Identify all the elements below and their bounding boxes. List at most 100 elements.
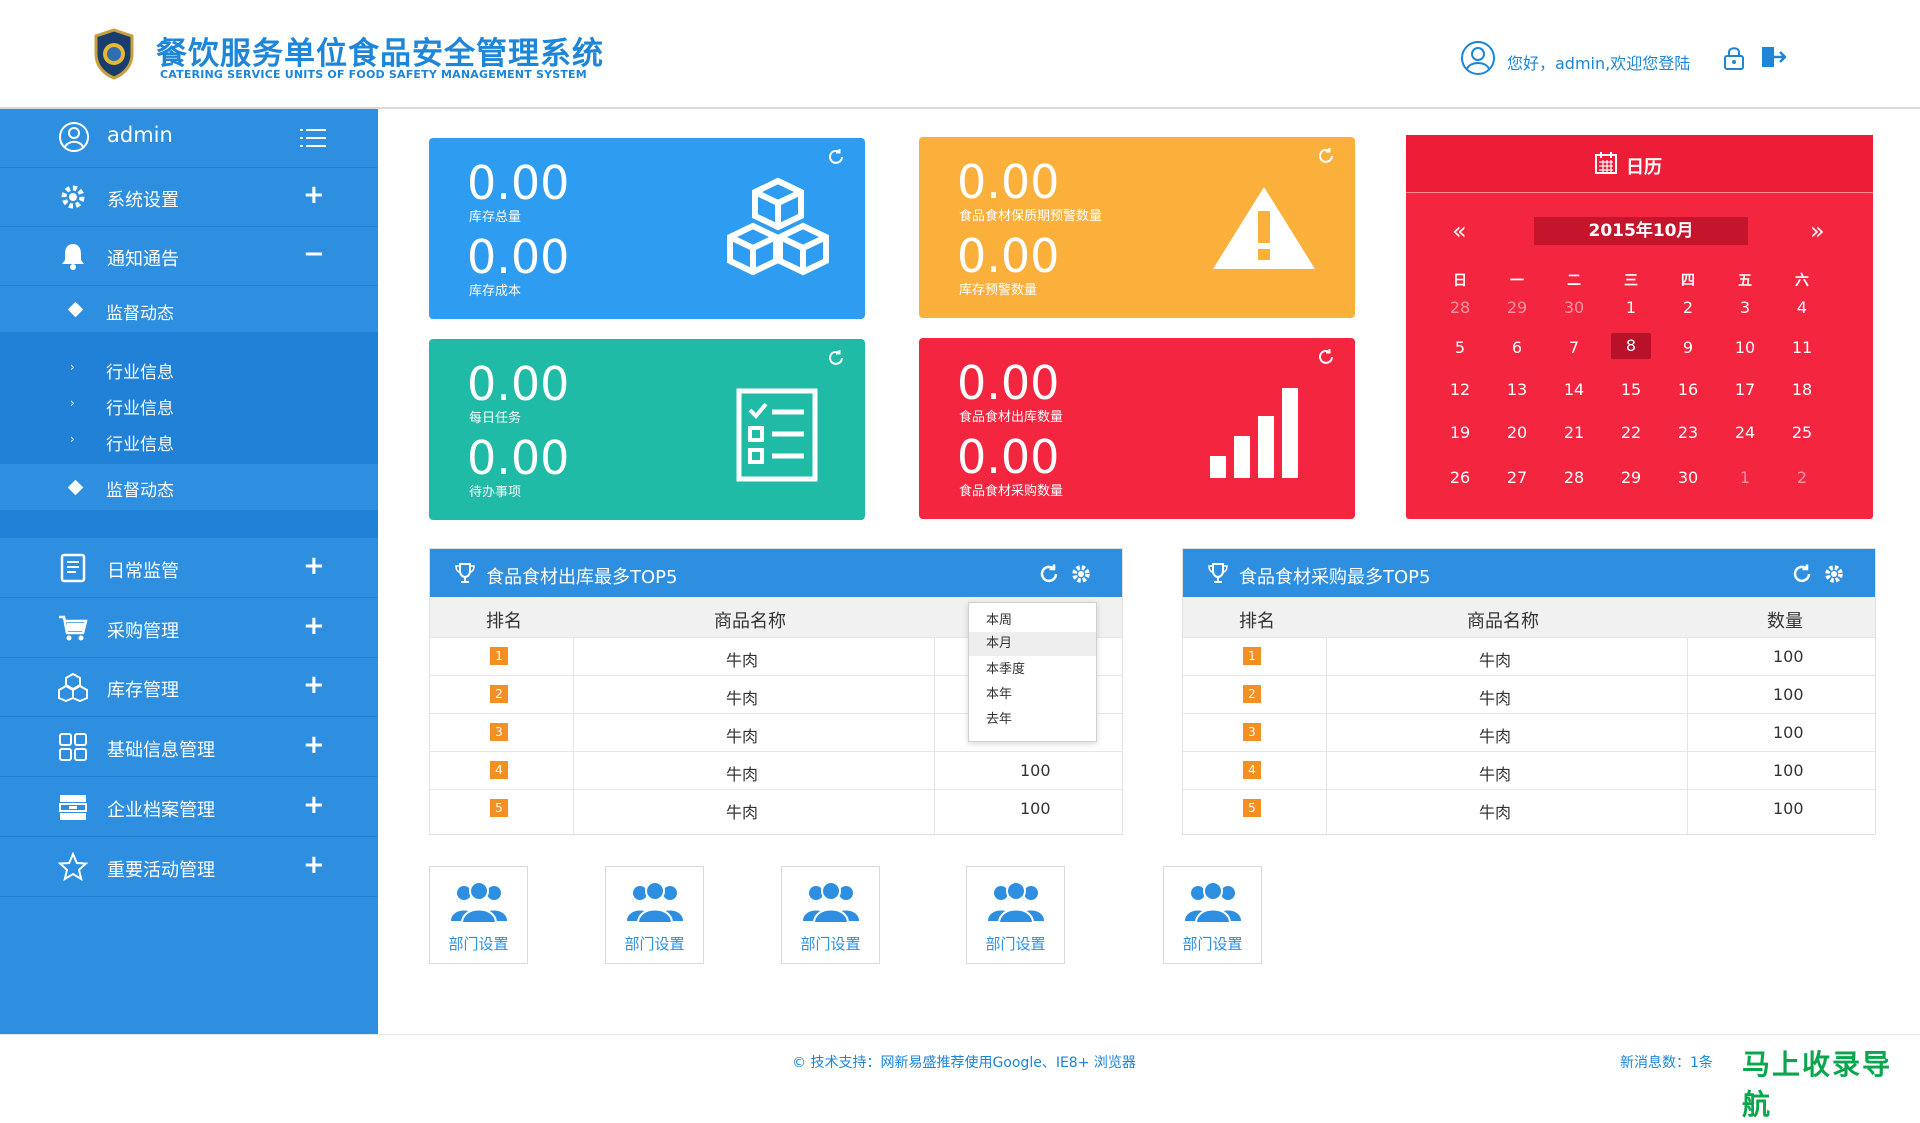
refresh-icon[interactable] bbox=[1791, 563, 1813, 585]
calendar-day[interactable]: 11 bbox=[1782, 338, 1822, 357]
calendar-day[interactable]: 2 bbox=[1668, 298, 1708, 317]
calendar-day[interactable]: 28 bbox=[1554, 468, 1594, 487]
refresh-icon[interactable] bbox=[1317, 147, 1335, 165]
department-settings-tile[interactable]: 部门设置 bbox=[429, 866, 528, 964]
dropdown-option[interactable]: 本季度 bbox=[969, 658, 1096, 682]
calendar-day[interactable]: 30 bbox=[1554, 298, 1594, 317]
calendar-day[interactable]: 16 bbox=[1668, 380, 1708, 399]
calendar-day[interactable]: 2 bbox=[1782, 468, 1822, 487]
expand-icon[interactable]: + bbox=[303, 790, 325, 820]
submenu-group: › 行业信息 › 行业信息 › 行业信息 bbox=[0, 332, 378, 464]
calendar-day[interactable]: 29 bbox=[1611, 468, 1651, 487]
calendar-day[interactable]: 13 bbox=[1497, 380, 1537, 399]
calendar-day[interactable]: 12 bbox=[1440, 380, 1480, 399]
calendar-day[interactable]: 28 bbox=[1440, 298, 1480, 317]
calendar-day[interactable]: 4 bbox=[1782, 298, 1822, 317]
refresh-icon[interactable] bbox=[1038, 563, 1060, 585]
calendar-day[interactable]: 15 bbox=[1611, 380, 1651, 399]
sidebar-item-notices[interactable]: 通知通告 − bbox=[0, 227, 378, 286]
sidebar-item-basic-info[interactable]: 基础信息管理 + bbox=[0, 718, 378, 777]
menu-list-icon[interactable] bbox=[300, 128, 326, 148]
new-messages-count[interactable]: 新消息数：1条 bbox=[1620, 1052, 1713, 1072]
sidebar-item-system-settings[interactable]: 系统设置 + bbox=[0, 168, 378, 227]
calendar-day[interactable]: 17 bbox=[1725, 380, 1765, 399]
daily-task-card: 0.00 每日任务 0.00 待办事项 bbox=[429, 339, 865, 520]
sidebar-subitem-supervision-news[interactable]: 监督动态 bbox=[0, 286, 378, 332]
calendar-day[interactable]: 25 bbox=[1782, 423, 1822, 442]
diamond-icon bbox=[67, 301, 84, 318]
expand-icon[interactable]: + bbox=[303, 670, 325, 700]
calendar-day[interactable]: 14 bbox=[1554, 380, 1594, 399]
calendar-prev-button[interactable]: « bbox=[1452, 217, 1467, 245]
logout-icon[interactable] bbox=[1760, 44, 1786, 70]
calendar-day[interactable]: 18 bbox=[1782, 380, 1822, 399]
sidebar-item-important-events[interactable]: 重要活动管理 + bbox=[0, 838, 378, 897]
calendar-day[interactable]: 1 bbox=[1611, 298, 1651, 317]
calendar-next-button[interactable]: » bbox=[1810, 217, 1825, 245]
dropdown-option[interactable]: 去年 bbox=[969, 708, 1096, 732]
department-settings-tile[interactable]: 部门设置 bbox=[1163, 866, 1262, 964]
calendar-day[interactable]: 27 bbox=[1497, 468, 1537, 487]
expand-icon[interactable]: + bbox=[303, 850, 325, 880]
expand-icon[interactable]: + bbox=[303, 611, 325, 641]
collapse-icon[interactable]: − bbox=[303, 239, 325, 269]
sidebar-user[interactable]: admin bbox=[0, 109, 378, 168]
calendar-day[interactable]: 10 bbox=[1725, 338, 1765, 357]
sidebar-item-purchase[interactable]: 采购管理 + bbox=[0, 599, 378, 658]
stat-value: 0.00 bbox=[957, 356, 1060, 410]
department-settings-tile[interactable]: 部门设置 bbox=[966, 866, 1065, 964]
sidebar-item-daily-supervision[interactable]: 日常监管 + bbox=[0, 539, 378, 598]
calendar-day[interactable]: 26 bbox=[1440, 468, 1480, 487]
sidebar-item-label: 系统设置 bbox=[107, 190, 179, 211]
sidebar-item-label: 通知通告 bbox=[107, 249, 179, 270]
department-settings-tile[interactable]: 部门设置 bbox=[605, 866, 704, 964]
sidebar-item-enterprise-archive[interactable]: 企业档案管理 + bbox=[0, 778, 378, 837]
dropdown-option[interactable]: 本年 bbox=[969, 683, 1096, 707]
refresh-icon[interactable] bbox=[827, 148, 845, 166]
sidebar-subitem-supervision-news[interactable]: 监督动态 bbox=[0, 464, 378, 510]
dropdown-option[interactable]: 本月 bbox=[969, 632, 1096, 656]
settings-gear-icon[interactable] bbox=[1823, 563, 1845, 585]
department-settings-tile[interactable]: 部门设置 bbox=[781, 866, 880, 964]
calendar-day[interactable]: 1 bbox=[1725, 468, 1765, 487]
expand-icon[interactable]: + bbox=[303, 730, 325, 760]
greeting-text: 您好，admin,欢迎您登陆 bbox=[1507, 54, 1691, 73]
sidebar-item-inventory[interactable]: 库存管理 + bbox=[0, 658, 378, 717]
calendar-day[interactable]: 21 bbox=[1554, 423, 1594, 442]
expand-icon[interactable]: + bbox=[303, 180, 325, 210]
sidebar-subitem-industry-info[interactable]: › 行业信息 bbox=[0, 352, 378, 384]
department-label: 部门设置 bbox=[624, 935, 685, 953]
calendar-day[interactable]: 30 bbox=[1668, 468, 1708, 487]
calendar-day[interactable]: 6 bbox=[1497, 338, 1537, 357]
expand-icon[interactable]: + bbox=[303, 551, 325, 581]
calendar-day[interactable]: 9 bbox=[1668, 338, 1708, 357]
dropdown-option[interactable]: 本周 bbox=[969, 609, 1096, 633]
calendar-day[interactable]: 5 bbox=[1440, 338, 1480, 357]
calendar-day[interactable]: 29 bbox=[1497, 298, 1537, 317]
refresh-icon[interactable] bbox=[1317, 348, 1335, 366]
sidebar-subitem-industry-info[interactable]: › 行业信息 bbox=[0, 424, 378, 456]
calendar-day[interactable]: 19 bbox=[1440, 423, 1480, 442]
product-name: 牛肉 bbox=[726, 803, 759, 822]
calendar-day[interactable]: 8 bbox=[1611, 333, 1651, 359]
user-avatar-icon[interactable] bbox=[1460, 40, 1496, 76]
calendar-day[interactable]: 7 bbox=[1554, 338, 1594, 357]
calendar-day[interactable]: 22 bbox=[1611, 423, 1651, 442]
lock-icon[interactable] bbox=[1722, 45, 1746, 71]
column-name: 商品名称 bbox=[1467, 611, 1539, 632]
sidebar-subitem-industry-info[interactable]: › 行业信息 bbox=[0, 388, 378, 420]
calendar-day[interactable]: 20 bbox=[1497, 423, 1537, 442]
users-group-icon bbox=[803, 881, 859, 923]
stat-value: 0.00 bbox=[957, 430, 1060, 484]
column-name: 商品名称 bbox=[714, 611, 786, 632]
calendar-day[interactable]: 3 bbox=[1725, 298, 1765, 317]
table-row: 2 牛肉 100 bbox=[1183, 675, 1875, 713]
refresh-icon[interactable] bbox=[827, 349, 845, 367]
settings-gear-icon[interactable] bbox=[1070, 563, 1092, 585]
calendar-title: 日历 bbox=[1626, 157, 1662, 178]
table-row: 3 牛肉 100 bbox=[1183, 713, 1875, 751]
calendar-day[interactable]: 23 bbox=[1668, 423, 1708, 442]
calendar-weekday: 五 bbox=[1738, 273, 1752, 289]
stat-label: 食品食材采购数量 bbox=[959, 484, 1064, 499]
calendar-day[interactable]: 24 bbox=[1725, 423, 1765, 442]
